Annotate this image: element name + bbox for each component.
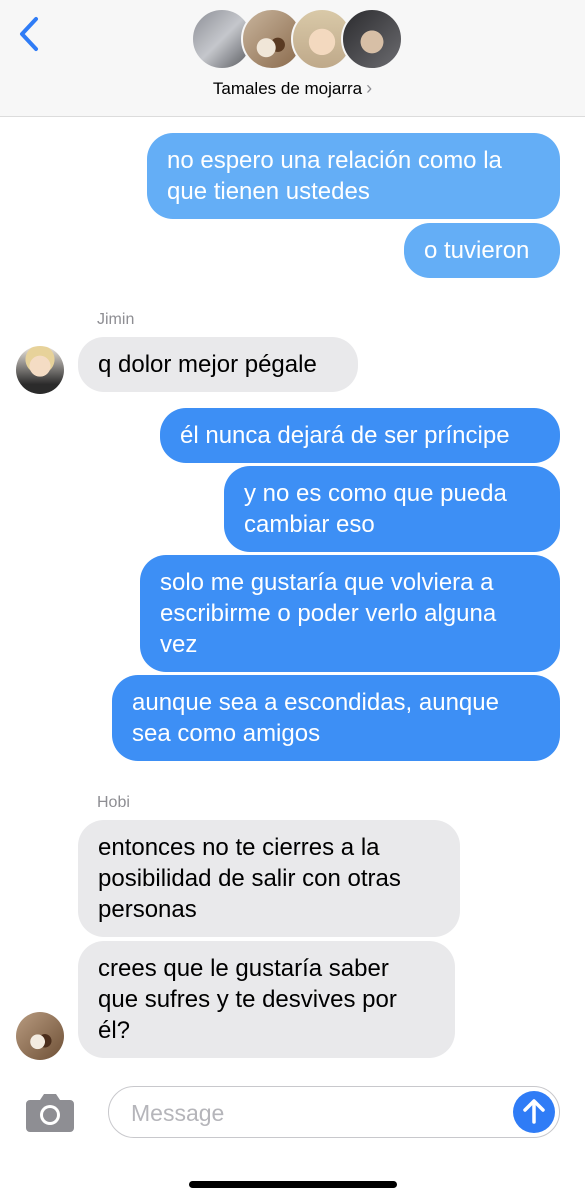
back-button[interactable] — [14, 14, 50, 54]
home-indicator — [189, 1181, 397, 1188]
avatar — [341, 8, 403, 70]
message-text: crees que le gustaría saber que sufres y… — [98, 955, 397, 1044]
message-text: entonces no te cierres a la posibilidad … — [98, 834, 401, 923]
avatar[interactable] — [16, 1012, 64, 1060]
chevron-left-icon — [20, 17, 38, 51]
message-text: y no es como que pueda cambiar eso — [244, 480, 507, 538]
arrow-up-icon — [523, 1099, 545, 1124]
message-bubble-sent[interactable]: no espero una relación como la que tiene… — [147, 133, 560, 219]
message-bubble-sent[interactable]: y no es como que pueda cambiar eso — [224, 466, 560, 552]
message-input-container — [108, 1086, 560, 1138]
message-text: no espero una relación como la que tiene… — [167, 147, 502, 205]
chevron-right-icon: › — [366, 78, 373, 98]
camera-button[interactable] — [24, 1090, 76, 1134]
message-text: q dolor mejor pégale — [98, 351, 317, 378]
camera-icon — [26, 1094, 74, 1132]
message-text: aunque sea a escondidas, aunque sea como… — [132, 689, 499, 747]
avatar[interactable] — [16, 346, 64, 394]
group-name-label: Tamales de mojarra — [212, 79, 363, 98]
message-bubble-sent[interactable]: solo me gustaría que volviera a escribir… — [140, 555, 560, 672]
message-bubble-sent[interactable]: o tuvieron — [404, 223, 560, 278]
message-bubble-received[interactable]: crees que le gustaría saber que sufres y… — [78, 941, 455, 1058]
message-bubble-sent[interactable]: aunque sea a escondidas, aunque sea como… — [112, 675, 560, 761]
message-bubble-sent[interactable]: él nunca dejará de ser príncipe — [160, 408, 560, 463]
message-input[interactable] — [129, 1095, 503, 1131]
message-text: él nunca dejará de ser príncipe — [180, 422, 510, 449]
group-name-button[interactable]: Tamales de mojarra › — [0, 78, 585, 99]
message-text: o tuvieron — [424, 237, 530, 264]
conversation-header: Tamales de mojarra › — [0, 0, 585, 117]
sender-name: Hobi — [97, 794, 130, 811]
message-bubble-received[interactable]: entonces no te cierres a la posibilidad … — [78, 820, 460, 937]
message-text: solo me gustaría que volviera a escribir… — [160, 569, 497, 658]
sender-name: Jimin — [97, 311, 135, 328]
send-button[interactable] — [513, 1091, 555, 1133]
message-bubble-received[interactable]: q dolor mejor pégale — [78, 337, 358, 392]
group-avatars[interactable] — [191, 8, 403, 72]
